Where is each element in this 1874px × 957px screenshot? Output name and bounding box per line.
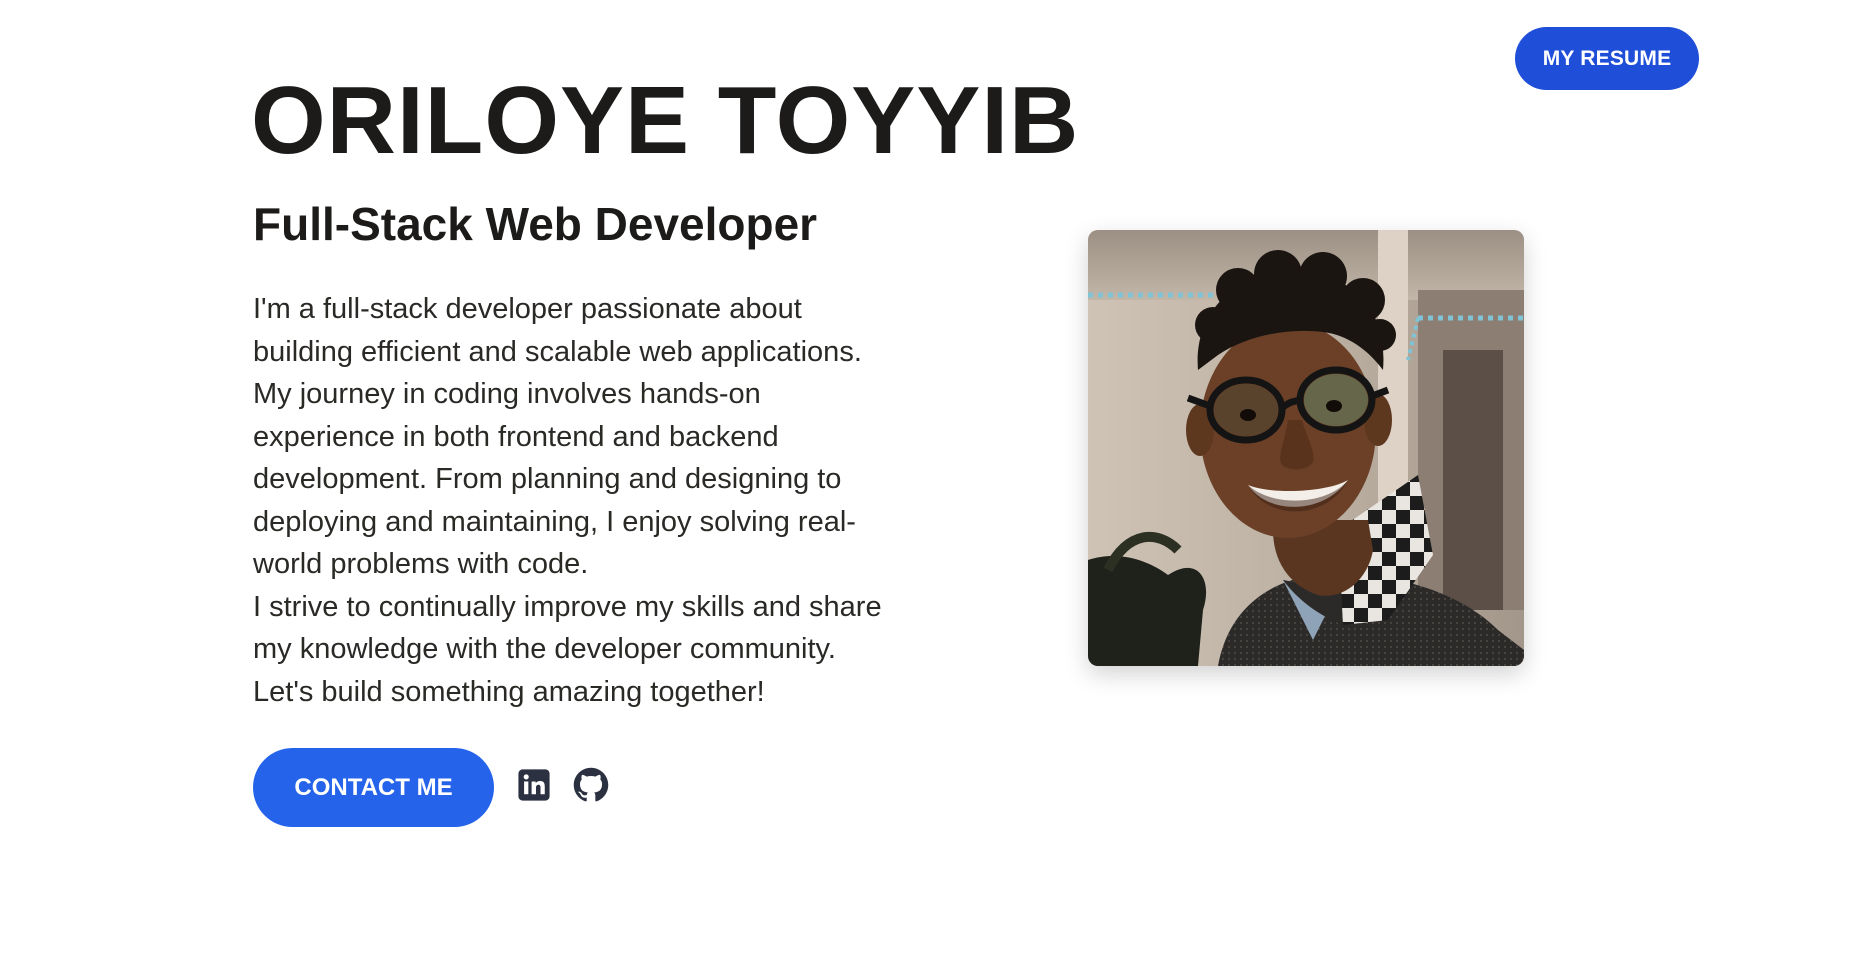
portfolio-page: MY RESUME ORILOYE TOYYIB Full-Stack Web … [0,0,1874,957]
bio-line: building efficient and scalable web appl… [253,335,862,368]
github-icon [573,767,609,808]
bio-line: my knowledge with the developer communit… [253,633,836,665]
contact-me-button[interactable]: CONTACT ME [253,748,494,827]
bio-paragraph: I'm a full-stack developer passionate ab… [253,288,983,713]
linkedin-icon [517,768,551,807]
portrait-illustration [1088,230,1524,666]
job-title: Full-Stack Web Developer [253,198,818,250]
bio-line: My journey in coding involves hands-on [253,378,761,410]
linkedin-link[interactable] [515,768,553,806]
bio-line: world problems with code. [253,548,589,580]
github-link[interactable] [572,767,610,808]
page-title: ORILOYE TOYYIB [251,67,1080,174]
bio-line: experience in both frontend and backend [253,420,779,453]
profile-photo [1088,230,1524,666]
bio-line: deploying and maintaining, I enjoy solvi… [253,505,856,538]
bio-line: Let's build something amazing together! [253,675,765,708]
my-resume-button[interactable]: MY RESUME [1515,27,1699,90]
bio-line: I'm a full-stack developer passionate ab… [253,293,802,325]
bio-line: development. From planning and designing… [253,463,842,495]
bio-line: I strive to continually improve my skill… [253,590,882,623]
